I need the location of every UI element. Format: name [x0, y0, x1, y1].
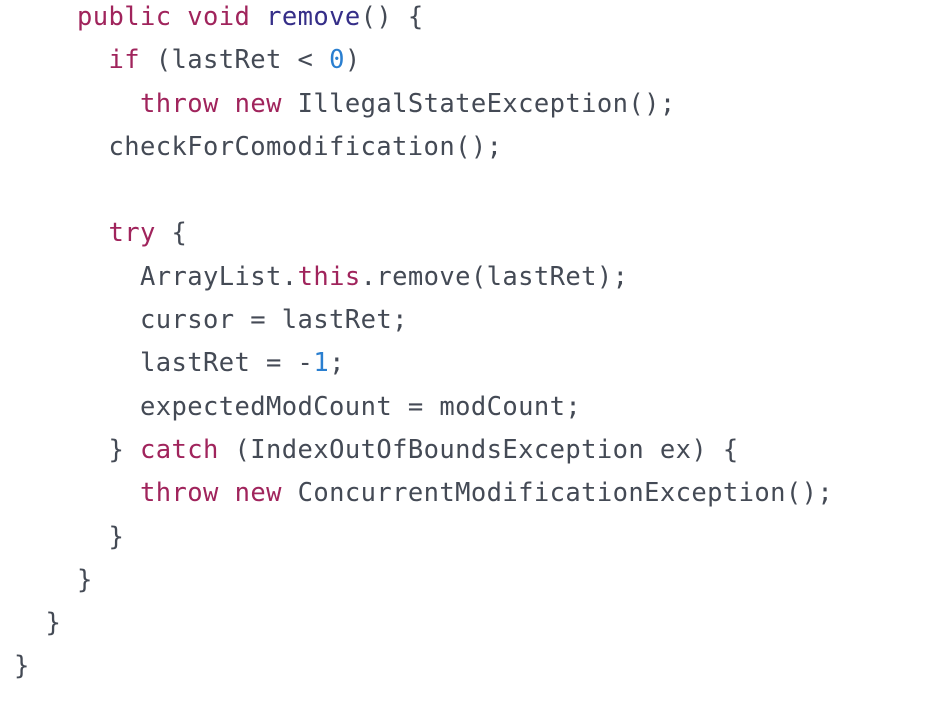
- code-line: expectedModCount = modCount;: [14, 386, 833, 429]
- keyword-token: throw: [140, 88, 219, 119]
- code-token: cursor = lastRet;: [140, 305, 408, 336]
- keyword-token: try: [108, 218, 156, 249]
- code-token: () {: [360, 2, 424, 32]
- function-name-token: remove: [266, 2, 361, 32]
- keyword-token: this: [297, 261, 361, 292]
- code-token: .remove(lastRet);: [360, 261, 629, 292]
- code-line: try {: [14, 212, 833, 255]
- code-token: {: [155, 218, 188, 249]
- code-token: IllegalStateException();: [281, 88, 676, 119]
- keyword-token: catch: [140, 434, 219, 465]
- code-token: ): [344, 45, 361, 76]
- code-token: expectedModCount = modCount;: [140, 391, 582, 422]
- code-token: checkForComodification();: [108, 131, 503, 162]
- code-token: }: [77, 564, 93, 595]
- keyword-token: public: [77, 2, 172, 32]
- code-line: public void remove() {: [14, 0, 833, 39]
- code-token: }: [108, 521, 125, 552]
- keyword-token: throw: [140, 478, 219, 509]
- code-line: throw new IllegalStateException();: [14, 83, 833, 126]
- code-line: } catch (IndexOutOfBoundsException ex) {: [14, 429, 833, 472]
- code-line: }: [14, 559, 833, 602]
- code-token: lastRet = -: [140, 348, 314, 379]
- number-token: 0: [329, 45, 345, 76]
- code-block: public void remove() { if (lastRet < 0) …: [14, 0, 833, 689]
- code-line: if (lastRet < 0): [14, 39, 833, 82]
- keyword-token: void: [187, 2, 251, 32]
- code-line: }: [14, 645, 833, 688]
- code-token: (lastRet <: [140, 45, 330, 76]
- code-line: checkForComodification();: [14, 126, 833, 169]
- code-token: }: [108, 434, 141, 465]
- code-line: }: [14, 602, 833, 645]
- code-line: cursor = lastRet;: [14, 299, 833, 342]
- code-token: ;: [329, 348, 345, 379]
- code-token: }: [45, 608, 62, 639]
- code-token: ArrayList.: [140, 261, 298, 292]
- code-token: }: [14, 651, 30, 682]
- code-line: ArrayList.this.remove(lastRet);: [14, 256, 833, 299]
- code-token: (IndexOutOfBoundsException ex) {: [218, 434, 739, 465]
- code-line: }: [14, 516, 833, 559]
- code-token: ConcurrentModificationException();: [281, 478, 834, 509]
- keyword-token: new: [234, 88, 282, 119]
- code-line: lastRet = -1;: [14, 342, 833, 385]
- code-line: throw new ConcurrentModificationExceptio…: [14, 472, 833, 515]
- keyword-token: if: [108, 45, 141, 76]
- number-token: 1: [313, 348, 330, 379]
- keyword-token: new: [234, 478, 282, 509]
